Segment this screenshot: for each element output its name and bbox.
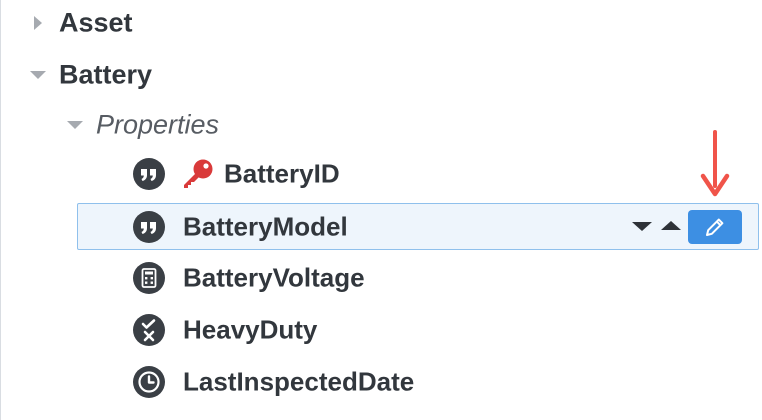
collapse-triangle-icon[interactable]	[30, 71, 46, 79]
property-row-heavyduty[interactable]: HeavyDuty	[0, 310, 762, 350]
pencil-icon	[706, 218, 724, 236]
property-row-lastinspecteddate[interactable]: LastInspectedDate	[0, 362, 762, 402]
property-label: BatteryModel	[183, 211, 348, 242]
tree-category-asset[interactable]: Asset	[0, 3, 762, 43]
move-up-button[interactable]	[661, 221, 681, 230]
text-quote-icon	[133, 158, 165, 190]
property-row-batteryvoltage[interactable]: BatteryVoltage	[0, 258, 762, 298]
tree-section-properties[interactable]: Properties	[0, 105, 762, 145]
property-label: BatteryVoltage	[183, 262, 365, 293]
check-x-icon	[133, 314, 165, 346]
edit-property-button[interactable]	[688, 210, 742, 244]
expand-triangle-icon[interactable]	[34, 16, 42, 30]
property-label: HeavyDuty	[183, 314, 318, 345]
collapse-triangle-icon[interactable]	[67, 121, 83, 129]
move-down-button[interactable]	[632, 222, 652, 231]
tree-category-label: Battery	[59, 59, 153, 90]
clock-icon	[133, 366, 165, 398]
calculator-icon	[133, 262, 165, 294]
property-label: BatteryID	[224, 158, 340, 189]
tree-category-label: Asset	[59, 7, 133, 38]
property-label: LastInspectedDate	[183, 366, 415, 397]
tree-category-battery[interactable]: Battery	[0, 55, 762, 95]
property-row-batteryid[interactable]: BatteryID	[0, 154, 762, 194]
text-quote-icon	[133, 211, 165, 243]
red-arrow-down-icon	[700, 130, 730, 197]
key-icon	[184, 159, 213, 188]
tree-section-label: Properties	[96, 109, 220, 140]
